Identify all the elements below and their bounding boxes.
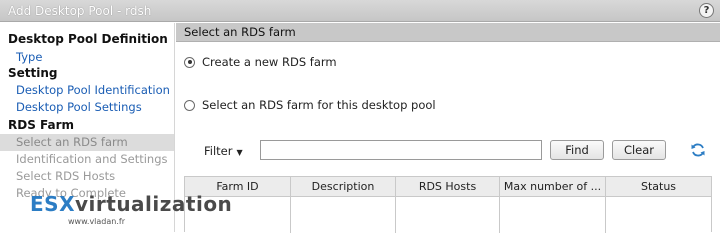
main-panel: Select an RDS farm Create a new RDS farm… <box>176 23 720 233</box>
page-header: Select an RDS farm <box>176 23 720 42</box>
table-cell <box>500 197 606 233</box>
rds-farm-table: Farm ID Description RDS Hosts Max number… <box>184 176 712 233</box>
watermark-logo: ESXvirtualization www.vladan.fr <box>30 190 233 232</box>
refresh-icon[interactable] <box>690 142 706 158</box>
dialog-title-bar: Add Desktop Pool - rdsh ? <box>0 0 720 22</box>
step-type[interactable]: Type <box>16 50 42 64</box>
column-header-max-number[interactable]: Max number of ... <box>500 177 606 196</box>
table-cell <box>396 197 500 233</box>
radio-create-new-farm[interactable]: Create a new RDS farm <box>184 55 337 69</box>
watermark-brand: ESXvirtualization <box>30 192 233 216</box>
radio-button-checked[interactable] <box>184 56 195 68</box>
caret-down-icon: ▼ <box>236 148 243 157</box>
step-select-rds-farm-current: Select an RDS farm <box>0 134 174 151</box>
dialog-title: Add Desktop Pool - rdsh <box>8 4 152 18</box>
help-icon[interactable]: ? <box>699 3 714 18</box>
step-identification-and-settings: Identification and Settings <box>16 152 168 166</box>
clear-button[interactable]: Clear <box>612 140 666 160</box>
find-button[interactable]: Find <box>550 140 604 160</box>
table-empty-row <box>185 197 711 233</box>
step-desktop-pool-identification[interactable]: Desktop Pool Identification <box>16 83 170 97</box>
table-cell <box>606 197 711 233</box>
section-desktop-pool-definition: Desktop Pool Definition <box>8 32 168 46</box>
step-desktop-pool-settings[interactable]: Desktop Pool Settings <box>16 100 142 114</box>
column-header-status[interactable]: Status <box>606 177 711 196</box>
watermark-url: www.vladan.fr <box>68 217 125 226</box>
filter-label: Filter <box>204 144 233 158</box>
column-header-description[interactable]: Description <box>291 177 396 196</box>
filter-dropdown[interactable]: Filter ▼ <box>204 144 243 158</box>
step-select-rds-hosts: Select RDS Hosts <box>16 169 116 183</box>
table-header-row: Farm ID Description RDS Hosts Max number… <box>185 177 711 197</box>
table-cell <box>291 197 396 233</box>
column-header-rds-hosts[interactable]: RDS Hosts <box>396 177 500 196</box>
section-setting: Setting <box>8 66 58 80</box>
radio-select-existing-farm-label: Select an RDS farm for this desktop pool <box>202 98 436 112</box>
radio-create-new-farm-label: Create a new RDS farm <box>202 55 337 69</box>
filter-input[interactable] <box>260 140 542 160</box>
section-rds-farm: RDS Farm <box>8 118 75 132</box>
radio-select-existing-farm[interactable]: Select an RDS farm for this desktop pool <box>184 98 436 112</box>
radio-button-unchecked[interactable] <box>184 99 195 111</box>
